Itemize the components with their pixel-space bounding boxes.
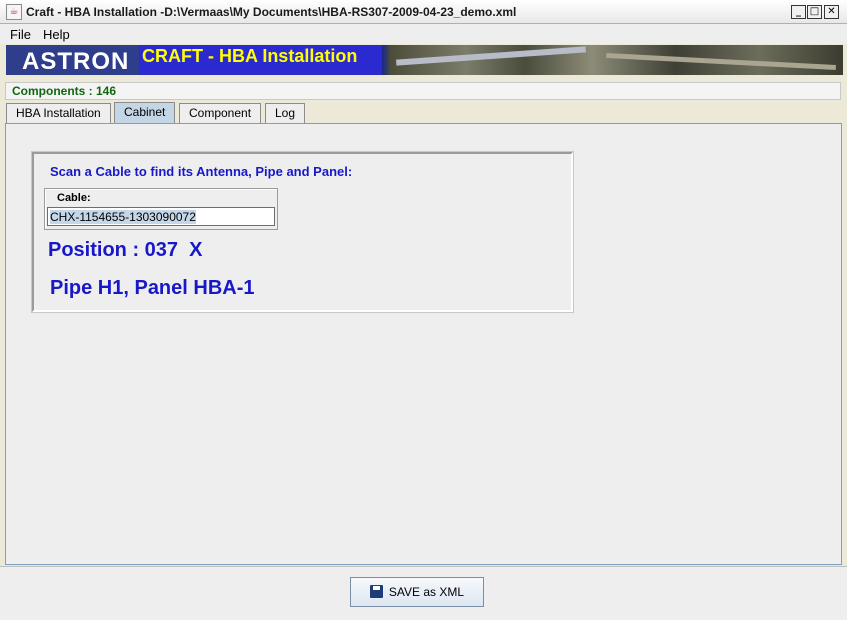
pipe-panel-result: Pipe H1, Panel HBA-1: [50, 277, 255, 299]
floppy-disk-icon: [369, 585, 383, 598]
astron-logo: ASTRON: [22, 48, 130, 75]
minimize-button[interactable]: _: [791, 5, 806, 19]
tab-log[interactable]: Log: [265, 103, 306, 123]
save-as-xml-button[interactable]: SAVE as XML: [350, 577, 484, 607]
panel-heading: Scan a Cable to find its Antenna, Pipe a…: [50, 164, 353, 179]
position-result: Position : 037 X: [48, 239, 203, 261]
footer: SAVE as XML: [0, 566, 847, 620]
title-bar: ☕ Craft - HBA Installation -D:\Vermaas\M…: [0, 0, 847, 24]
cabinet-tab-content: Scan a Cable to find its Antenna, Pipe a…: [5, 123, 842, 565]
components-count: Components : 146: [12, 84, 117, 98]
banner: ASTRON CRAFT - HBA Installation: [6, 45, 843, 75]
window-title: Craft - HBA Installation -D:\Vermaas\My …: [26, 5, 517, 19]
maximize-button[interactable]: □: [807, 5, 822, 19]
tab-hba-installation[interactable]: HBA Installation: [6, 103, 111, 123]
close-button[interactable]: ✕: [824, 5, 839, 19]
banner-photo-detail: [396, 46, 586, 66]
banner-title: CRAFT - HBA Installation: [142, 46, 358, 66]
banner-photo-detail: [606, 52, 836, 71]
cable-field-group: Cable: CHX-1154655-1303090072: [44, 188, 278, 230]
cable-input-value: CHX-1154655-1303090072: [50, 210, 196, 224]
save-button-label: SAVE as XML: [388, 585, 465, 599]
menu-help[interactable]: Help: [43, 27, 70, 42]
tab-cabinet[interactable]: Cabinet: [114, 102, 176, 124]
tab-component[interactable]: Component: [179, 103, 262, 123]
cable-label: Cable:: [57, 192, 91, 204]
cable-lookup-panel: Scan a Cable to find its Antenna, Pipe a…: [31, 151, 574, 313]
menu-bar: File Help: [0, 24, 847, 44]
status-bar: Components : 146: [5, 82, 841, 100]
java-app-icon[interactable]: ☕: [6, 4, 22, 20]
menu-file[interactable]: File: [10, 27, 31, 42]
cable-input[interactable]: CHX-1154655-1303090072: [47, 207, 275, 226]
